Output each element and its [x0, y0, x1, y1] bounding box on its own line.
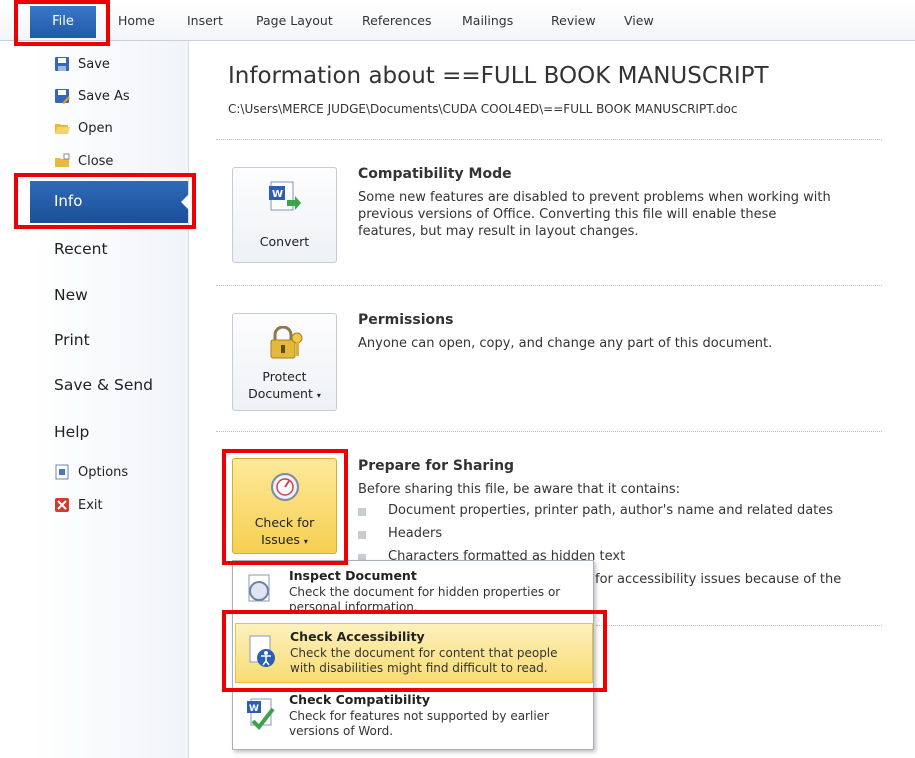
chevron-down-icon: ▾	[303, 537, 308, 546]
bullet-text: Headers	[388, 526, 443, 541]
save-as-icon	[54, 88, 70, 104]
protect-label-line2: Document ▾	[233, 385, 336, 404]
check-issues-label-1: Check for	[254, 515, 315, 530]
nav-close-label: Close	[78, 153, 114, 169]
nav-info-label: Info	[54, 192, 83, 210]
protect-label-2: Document	[248, 386, 313, 401]
nav-save[interactable]: Save	[54, 51, 110, 77]
convert-button[interactable]: W Convert	[232, 167, 337, 263]
menu-item-check-compatibility[interactable]: W Check Compatibility Check for features…	[235, 687, 591, 745]
menu-item-inspect-document[interactable]: Inspect Document Check the document for …	[235, 563, 591, 621]
separator	[216, 285, 882, 286]
options-icon	[54, 464, 70, 480]
tab-references[interactable]: References	[362, 13, 431, 28]
check-for-issues-menu: Inspect Document Check the document for …	[232, 560, 594, 750]
accessibility-icon	[246, 634, 276, 668]
svg-text:W: W	[272, 189, 283, 200]
protect-document-button[interactable]: Protect Document ▾	[232, 313, 337, 411]
inspect-icon	[245, 573, 275, 607]
permissions-heading: Permissions	[358, 312, 454, 328]
compat-text: Some new features are disabled to preven…	[358, 190, 831, 239]
nav-open[interactable]: Open	[54, 115, 113, 141]
nav-new[interactable]: New	[54, 286, 88, 304]
nav-info[interactable]: Info	[30, 181, 189, 223]
save-icon	[54, 56, 70, 72]
menu-item-title: Check Accessibility	[290, 629, 425, 644]
inspect-document-icon	[269, 471, 301, 506]
nav-save-as-label: Save As	[78, 88, 130, 104]
check-for-issues-button[interactable]: Check for Issues ▾	[232, 458, 337, 554]
bullet-text: Document properties, printer path, autho…	[388, 503, 834, 518]
separator	[596, 625, 882, 626]
accessibility-note: for accessibility issues because of the	[595, 572, 842, 587]
word-compatibility-icon: W	[245, 697, 275, 731]
tab-mailings[interactable]: Mailings	[462, 13, 513, 28]
backstage-nav: Save Save As Open Close Info Recent New …	[30, 41, 189, 758]
tab-home[interactable]: Home	[118, 13, 155, 28]
nav-recent[interactable]: Recent	[54, 240, 108, 258]
nav-exit-label: Exit	[78, 497, 103, 513]
open-folder-icon	[54, 120, 70, 136]
tab-insert[interactable]: Insert	[187, 13, 223, 28]
separator	[216, 139, 882, 140]
nav-help[interactable]: Help	[54, 423, 89, 441]
permissions-text: Anyone can open, copy, and change any pa…	[358, 336, 773, 351]
nav-save-label: Save	[78, 56, 110, 72]
prepare-text: Before sharing this file, be aware that …	[358, 482, 681, 497]
check-issues-label-line2: Issues ▾	[233, 531, 336, 550]
menu-item-title: Check Compatibility	[289, 692, 430, 707]
nav-options[interactable]: Options	[54, 459, 128, 485]
menu-item-check-accessibility[interactable]: Check Accessibility Check the document f…	[235, 623, 593, 683]
file-path: C:\Users\MERCE JUDGE\Documents\CUDA COOL…	[228, 102, 738, 116]
compat-heading: Compatibility Mode	[358, 166, 512, 182]
menu-item-desc: Check for features not supported by earl…	[289, 709, 549, 738]
prepare-heading: Prepare for Sharing	[358, 458, 515, 474]
lock-key-icon	[267, 325, 303, 365]
selected-notch	[181, 194, 189, 210]
nav-print[interactable]: Print	[54, 331, 90, 349]
convert-label: Convert	[259, 234, 310, 249]
page-title: Information about ==FULL BOOK MANUSCRIPT	[228, 63, 769, 89]
nav-save-as[interactable]: Save As	[54, 83, 130, 109]
exit-icon	[54, 497, 70, 513]
tab-page-layout[interactable]: Page Layout	[256, 13, 333, 28]
tab-review[interactable]: Review	[551, 13, 596, 28]
close-folder-icon	[54, 153, 70, 169]
tab-view[interactable]: View	[624, 13, 654, 28]
menu-item-desc: Check the document for content that peop…	[290, 646, 558, 675]
nav-save-send[interactable]: Save & Send	[54, 376, 153, 394]
separator	[216, 431, 882, 432]
svg-text:W: W	[249, 704, 259, 714]
menu-item-desc: Check the document for hidden properties…	[289, 585, 561, 614]
protect-label-1: Protect	[262, 369, 307, 384]
nav-options-label: Options	[78, 464, 129, 480]
tab-file[interactable]: File	[30, 6, 96, 38]
ribbon-tab-bar: File Home Insert Page Layout References …	[0, 0, 915, 41]
nav-exit[interactable]: Exit	[54, 492, 103, 518]
chevron-down-icon: ▾	[316, 391, 321, 400]
nav-open-label: Open	[78, 120, 113, 136]
nav-close[interactable]: Close	[54, 148, 113, 174]
menu-item-title: Inspect Document	[289, 568, 417, 583]
check-issues-label-2: Issues	[261, 532, 300, 547]
word-convert-icon: W	[269, 180, 301, 217]
